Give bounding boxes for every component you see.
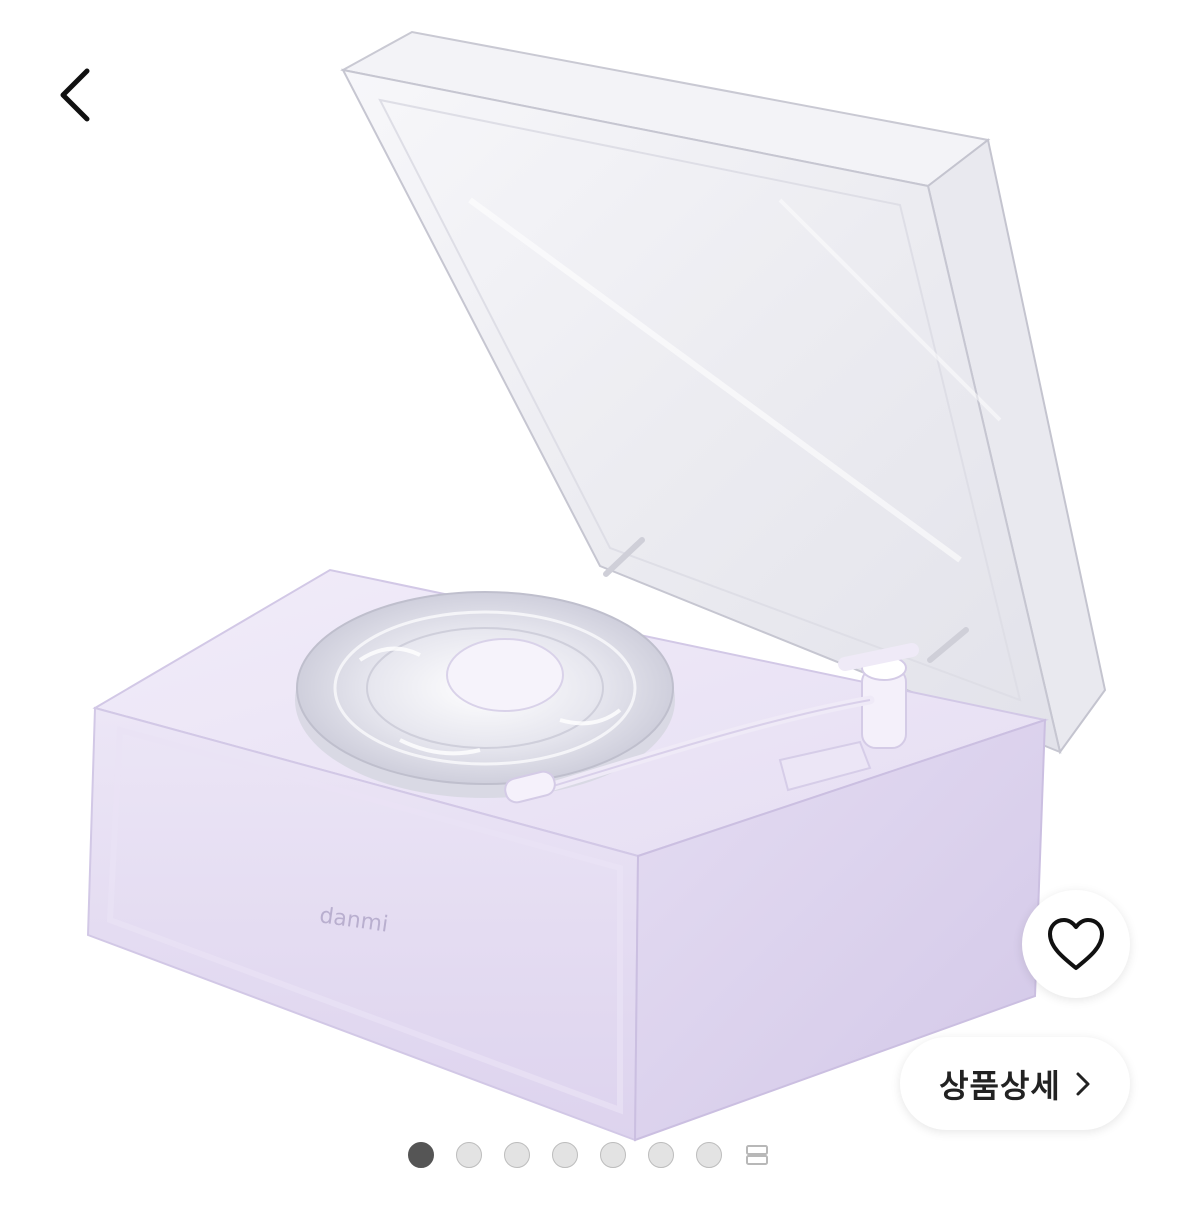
product-detail-button[interactable]: 상품상세 (900, 1037, 1130, 1130)
grid-more-icon (746, 1145, 768, 1165)
pager-dot[interactable] (456, 1142, 482, 1168)
pager-dot[interactable] (408, 1142, 434, 1168)
wishlist-button[interactable] (1022, 890, 1130, 998)
chevron-right-icon (1076, 1072, 1090, 1095)
pager-dot[interactable] (504, 1142, 530, 1168)
heart-outline-icon (1048, 918, 1104, 970)
chevron-left-icon (60, 68, 90, 122)
platter-label (446, 638, 564, 712)
product-detail-label: 상품상세 (939, 1066, 1061, 1105)
pager-more-button[interactable] (744, 1142, 770, 1168)
pager-dot[interactable] (600, 1142, 626, 1168)
image-pager (408, 1142, 770, 1168)
pager-dot[interactable] (552, 1142, 578, 1168)
back-button[interactable] (40, 60, 110, 130)
pager-dot[interactable] (696, 1142, 722, 1168)
pager-dot[interactable] (648, 1142, 674, 1168)
